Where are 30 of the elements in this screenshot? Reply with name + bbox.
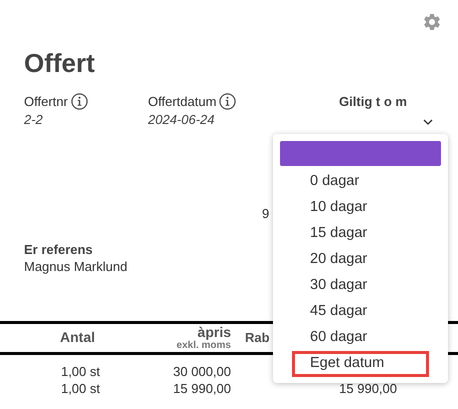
reference-label: Er referens [24, 240, 93, 258]
dropdown-option[interactable]: 60 dagar [292, 325, 429, 351]
table-cell-text: 15 990,00 [338, 380, 397, 396]
chevron-icon[interactable] [423, 119, 433, 125]
info-icon[interactable] [219, 93, 236, 110]
column-header: àpris [198, 324, 231, 340]
table-cell-text: 15 990,00 [172, 380, 231, 396]
dropdown-option[interactable]: Eget datum [292, 351, 429, 377]
field-value: 2024-06-24 [148, 112, 214, 128]
page-title: Offert [24, 48, 95, 78]
settings-icon[interactable] [422, 12, 442, 32]
dropdown-option[interactable]: 0 dagar [292, 169, 429, 195]
dropdown-option[interactable]: 15 dagar [292, 221, 429, 247]
table-cell-text: 1,00 st [60, 362, 100, 380]
field-label: Offertnr [24, 93, 68, 111]
info-icon[interactable] [70, 93, 88, 110]
field-label: Offertdatum [148, 93, 216, 111]
reference-value: Magnus Marklund [24, 258, 128, 274]
column-sublabel: exkl. moms [176, 340, 231, 350]
amount-text: 9 [262, 206, 270, 220]
field-value: 2-2 [24, 112, 43, 128]
dropdown-option[interactable]: 30 dagar [292, 273, 429, 299]
dropdown-option[interactable]: 10 dagar [292, 195, 429, 221]
field-label: Giltig t o m [339, 93, 407, 111]
table-cell-text: 30 000,00 [172, 362, 231, 380]
table-cell-text: 1,00 st [60, 380, 100, 396]
dropdown-option[interactable]: 20 dagar [292, 247, 429, 273]
dropdown-option[interactable]: 45 dagar [292, 299, 429, 325]
column-header: Antal [59, 328, 95, 347]
column-header: Rab [245, 328, 270, 347]
